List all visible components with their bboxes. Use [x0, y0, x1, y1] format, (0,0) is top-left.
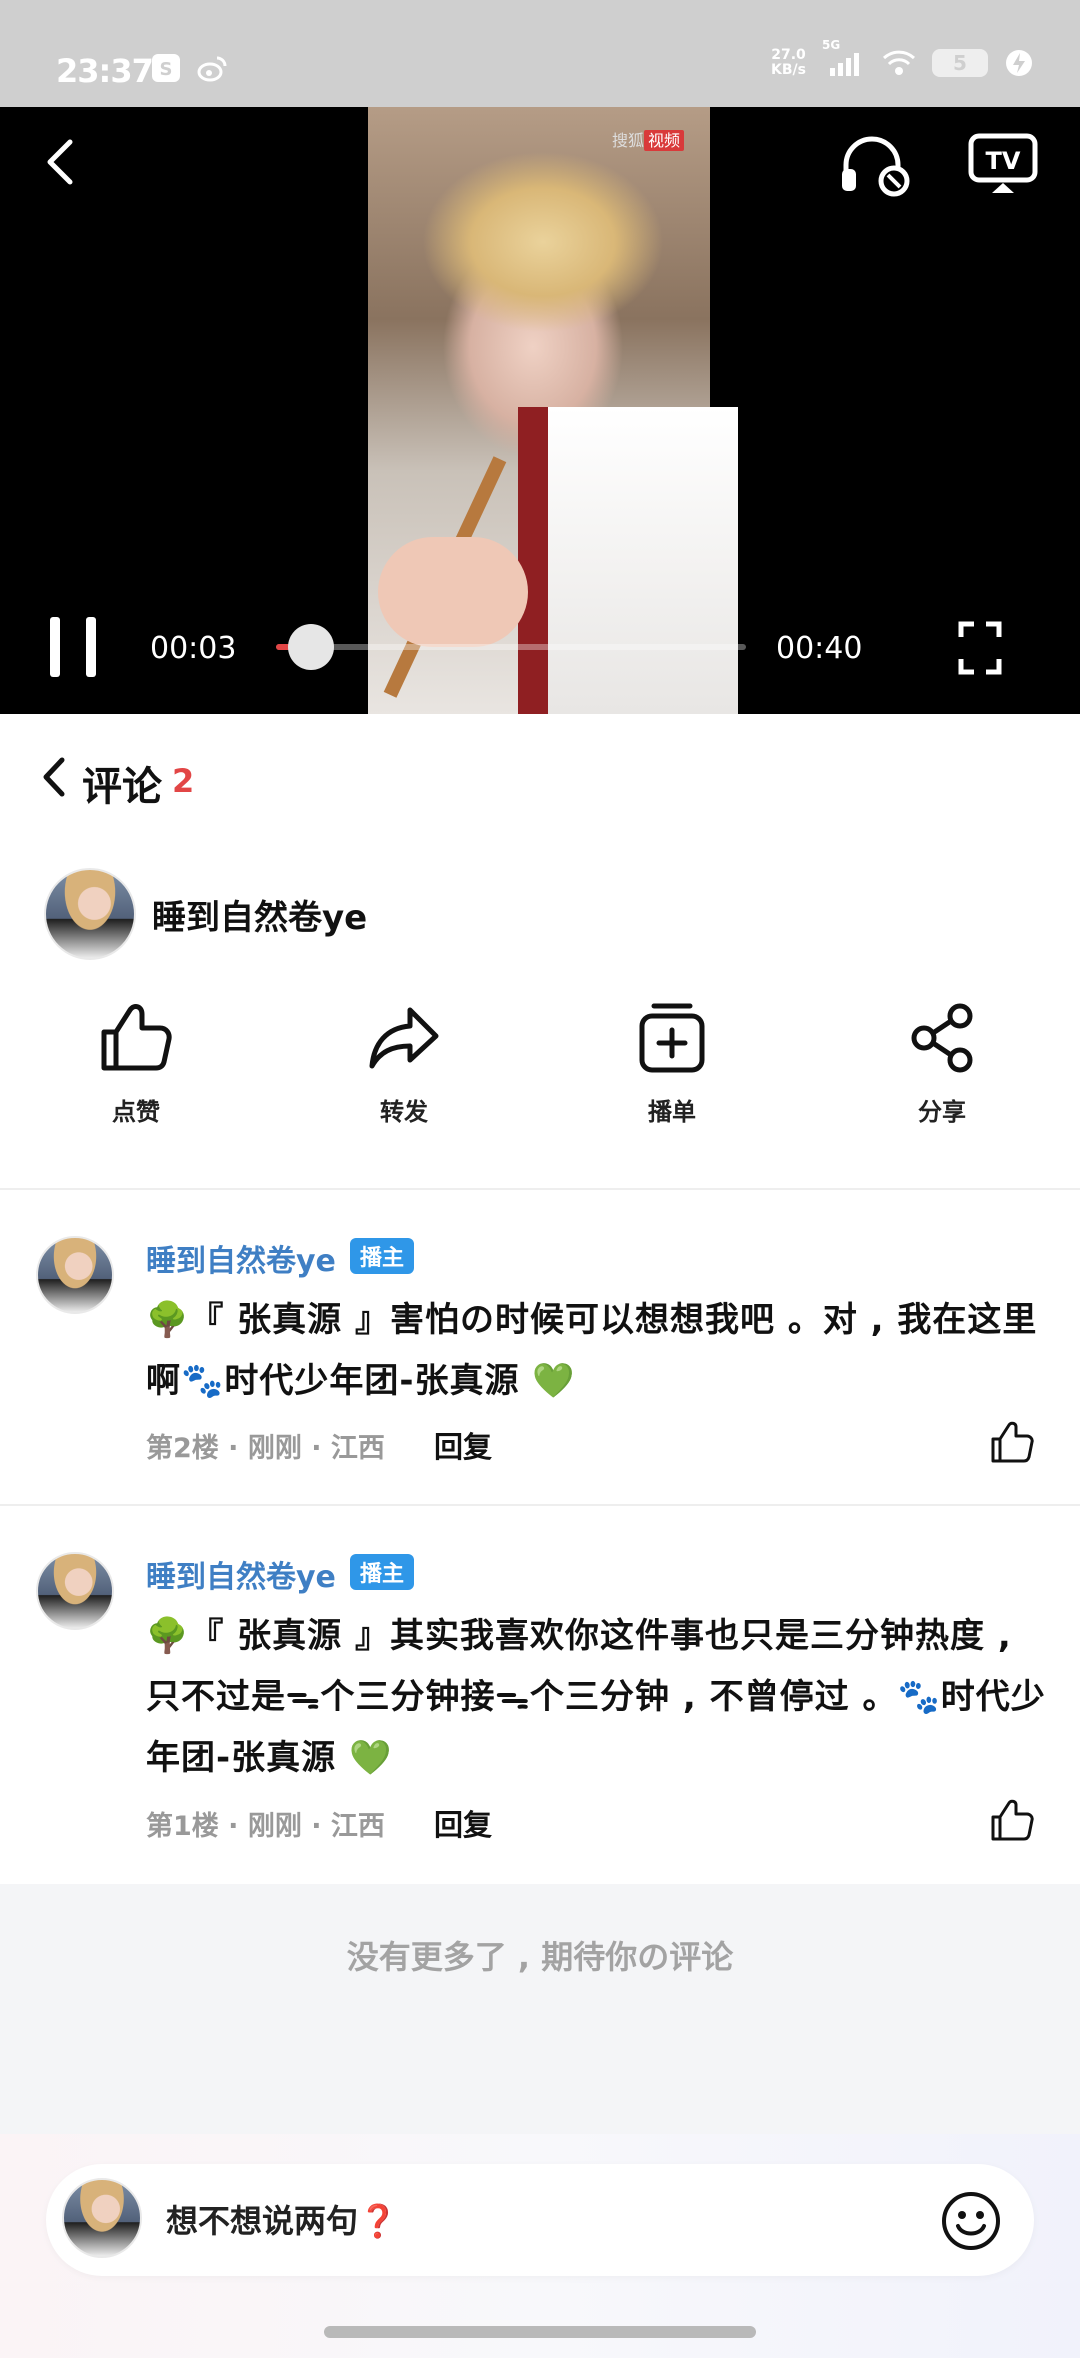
video-frame[interactable]: [368, 107, 738, 714]
weibo-icon: [197, 56, 227, 82]
comment-username[interactable]: 睡到自然卷ye: [146, 1552, 336, 1596]
audio-mode-icon[interactable]: [838, 131, 912, 197]
author-name[interactable]: 睡到自然卷ye: [152, 890, 367, 939]
host-badge: 播主: [350, 1554, 415, 1590]
progress-knob[interactable]: [288, 624, 335, 670]
current-time: 00:03: [150, 631, 237, 666]
share-nodes-icon: [911, 1003, 973, 1073]
svg-text:TV: TV: [986, 147, 1021, 175]
forward-button[interactable]: 转发: [324, 1000, 484, 1127]
sogou-icon: S: [152, 54, 180, 82]
tv-cast-icon[interactable]: TV: [968, 133, 1038, 195]
reply-button[interactable]: 回复: [434, 1424, 492, 1466]
progress-bar[interactable]: [276, 624, 746, 670]
comment-meta: 第1楼 · 刚刚 · 江西: [146, 1811, 385, 1842]
action-bar: 点赞 转发 播单 分享: [0, 1000, 1080, 1140]
comment-avatar[interactable]: [36, 1236, 114, 1314]
no-more-text: 没有更多了 , 期待你の评论: [346, 1938, 734, 1976]
end-of-list: 没有更多了 , 期待你の评论: [0, 1884, 1080, 2134]
fullscreen-icon[interactable]: [958, 621, 1002, 675]
comment-divider: [0, 1504, 1080, 1506]
comment-text: 🌳『 张真源 』其实我喜欢你这件事也只是三分钟热度 , 只不过是ᯓ个三分钟接ᯓ个…: [146, 1616, 1046, 1778]
emoji-icon[interactable]: [940, 2190, 1002, 2252]
total-time: 00:40: [776, 631, 863, 666]
comment-input-pill[interactable]: [46, 2164, 1034, 2276]
author-row[interactable]: 睡到自然卷ye: [0, 860, 1080, 960]
comment-meta: 第2楼 · 刚刚 · 江西: [146, 1433, 385, 1464]
back-arrow-icon[interactable]: [40, 137, 80, 187]
comment-input[interactable]: [164, 2190, 868, 2252]
comment-input-bar: [0, 2134, 1080, 2358]
cellular-signal-icon: 5G: [822, 38, 866, 78]
author-avatar[interactable]: [44, 868, 136, 960]
net-speed: 27.0 KB/s: [771, 47, 806, 78]
status-time: 23:37: [56, 52, 154, 90]
comment-like-icon[interactable]: [990, 1798, 1034, 1842]
comment-text: 🌳『 张真源 』害怕の时候可以想想我吧 。对 , 我在这里啊🐾时代少年团-张真源…: [146, 1300, 1038, 1401]
section-divider: [0, 1188, 1080, 1190]
comment-avatar[interactable]: [36, 1552, 114, 1630]
video-player[interactable]: 搜狐 视频 TV 00:03 00:40: [0, 107, 1080, 714]
home-indicator[interactable]: [324, 2326, 756, 2338]
like-button[interactable]: 点赞: [56, 1000, 216, 1127]
video-watermark: 搜狐 视频: [612, 127, 685, 151]
my-avatar: [62, 2178, 142, 2258]
share-button[interactable]: 分享: [862, 1000, 1022, 1127]
pause-button[interactable]: [50, 617, 98, 677]
share-arrow-icon: [369, 1007, 439, 1069]
comment-like-icon[interactable]: [990, 1420, 1034, 1464]
wifi-icon: [882, 50, 916, 75]
status-bar: 23:37 S 27.0 KB/s 5G 5: [0, 0, 1080, 107]
reply-button[interactable]: 回复: [434, 1802, 492, 1844]
playlist-add-icon: [639, 1003, 705, 1073]
comments-header: 评论 2: [0, 714, 1080, 814]
thumbs-up-icon: [101, 1004, 172, 1071]
battery-icon: 5: [932, 49, 988, 77]
comments-title: 评论: [82, 764, 162, 810]
comment-username[interactable]: 睡到自然卷ye: [146, 1236, 336, 1280]
collapse-comments-icon[interactable]: [40, 756, 66, 798]
host-badge: 播主: [350, 1238, 415, 1274]
charging-icon: [1006, 50, 1032, 76]
svg-text:S: S: [160, 59, 173, 80]
playlist-button[interactable]: 播单: [592, 1000, 752, 1127]
comments-count: 2: [172, 762, 195, 800]
